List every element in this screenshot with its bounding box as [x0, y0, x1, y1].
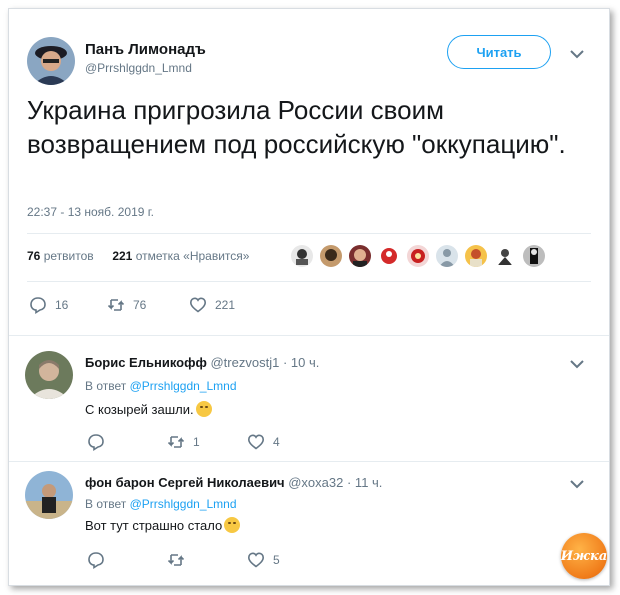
reply-to-prefix: В ответ — [85, 379, 127, 393]
retweet-count: 1 — [193, 435, 200, 449]
likes-count[interactable]: 221 — [112, 249, 132, 263]
thinking-emoji-icon — [224, 517, 241, 533]
liker-avatars — [291, 245, 552, 267]
heart-icon — [247, 552, 265, 568]
tweet-timestamp[interactable]: 22:37 - 13 нояб. 2019 г. — [27, 205, 154, 219]
retweet-action[interactable]: 76 — [107, 296, 146, 314]
retweet-action[interactable]: 1 — [167, 433, 200, 451]
tweet-text: Украина пригрозила России своим возвраще… — [27, 95, 566, 159]
divider — [9, 335, 609, 336]
chevron-down-icon[interactable] — [570, 359, 584, 369]
author-avatar[interactable] — [27, 37, 75, 85]
reply-text: Вот тут страшно стало — [85, 517, 241, 533]
reply-to-handle[interactable]: @Prrshlggdn_Lmnd — [130, 379, 237, 393]
liker-avatar[interactable] — [523, 245, 545, 267]
reply-author[interactable]: Борис Ельникофф @trezvostj1 · 10 ч. — [85, 355, 319, 370]
retweet-count: 76 — [133, 298, 147, 312]
follow-button[interactable]: Читать — [447, 35, 551, 69]
reply-author[interactable]: фон барон Сергей Николаевич @xoxa32 · 11… — [85, 475, 382, 490]
reply-to-line: В ответ @Prrshlggdn_Lmnd — [85, 379, 237, 393]
reply-action[interactable] — [87, 433, 113, 451]
reply-to-line: В ответ @Prrshlggdn_Lmnd — [85, 497, 237, 511]
chevron-down-icon[interactable] — [570, 479, 584, 489]
reply-time[interactable]: · 10 ч. — [283, 355, 319, 370]
heart-icon — [247, 434, 265, 450]
retweet-icon — [167, 554, 185, 566]
watermark-logo: Ижка — [561, 533, 607, 579]
engagement-stats: 76 ретвитов 221 отметка «Нравится» — [27, 249, 249, 263]
like-count: 4 — [273, 435, 280, 449]
reply-icon — [88, 434, 104, 451]
like-action[interactable]: 5 — [247, 551, 280, 569]
reply-author-handle[interactable]: @trezvostj1 — [210, 355, 279, 370]
reply-text: С козырей зашли. — [85, 401, 212, 417]
reply-time[interactable]: · 11 ч. — [347, 475, 382, 490]
reply-icon — [88, 552, 104, 569]
like-count: 221 — [215, 298, 236, 312]
reply-action[interactable]: 16 — [29, 296, 68, 314]
retweets-count[interactable]: 76 — [27, 249, 40, 263]
reply-author-name[interactable]: фон барон Сергей Николаевич — [85, 475, 285, 490]
like-action[interactable]: 4 — [247, 433, 280, 451]
liker-avatar[interactable] — [465, 245, 487, 267]
retweet-icon — [167, 436, 185, 448]
divider — [9, 461, 609, 462]
liker-avatar[interactable] — [378, 245, 400, 267]
reply-avatar[interactable] — [25, 351, 73, 399]
reply-author-name[interactable]: Борис Ельникофф — [85, 355, 207, 370]
liker-avatar[interactable] — [291, 245, 313, 267]
likes-label[interactable]: отметка «Нравится» — [136, 249, 250, 263]
chevron-down-icon[interactable] — [570, 49, 584, 59]
liker-avatar[interactable] — [407, 245, 429, 267]
divider — [27, 281, 591, 282]
retweets-label[interactable]: ретвитов — [44, 249, 94, 263]
like-count: 5 — [273, 553, 280, 567]
liker-avatar[interactable] — [349, 245, 371, 267]
smirk-emoji-icon — [195, 401, 212, 417]
retweet-icon — [107, 299, 125, 311]
retweet-action[interactable] — [167, 551, 193, 569]
reply-to-handle[interactable]: @Prrshlggdn_Lmnd — [130, 497, 237, 511]
like-action[interactable]: 221 — [189, 296, 235, 314]
liker-avatar[interactable] — [436, 245, 458, 267]
reply-avatar[interactable] — [25, 471, 73, 519]
reply-action[interactable] — [87, 551, 113, 569]
reply-count: 16 — [55, 298, 69, 312]
author-name[interactable]: Панъ Лимонадъ — [85, 41, 206, 58]
liker-avatar[interactable] — [494, 245, 516, 267]
reply-to-prefix: В ответ — [85, 497, 127, 511]
liker-avatar[interactable] — [320, 245, 342, 267]
tweet-card: Панъ Лимонадъ @Prrshlggdn_Lmnd Читать Ук… — [8, 8, 610, 586]
author-handle[interactable]: @Prrshlggdn_Lmnd — [85, 61, 192, 75]
divider — [27, 233, 591, 234]
reply-author-handle[interactable]: @xoxa32 — [288, 475, 343, 490]
reply-icon — [30, 297, 46, 314]
heart-icon — [189, 297, 207, 313]
